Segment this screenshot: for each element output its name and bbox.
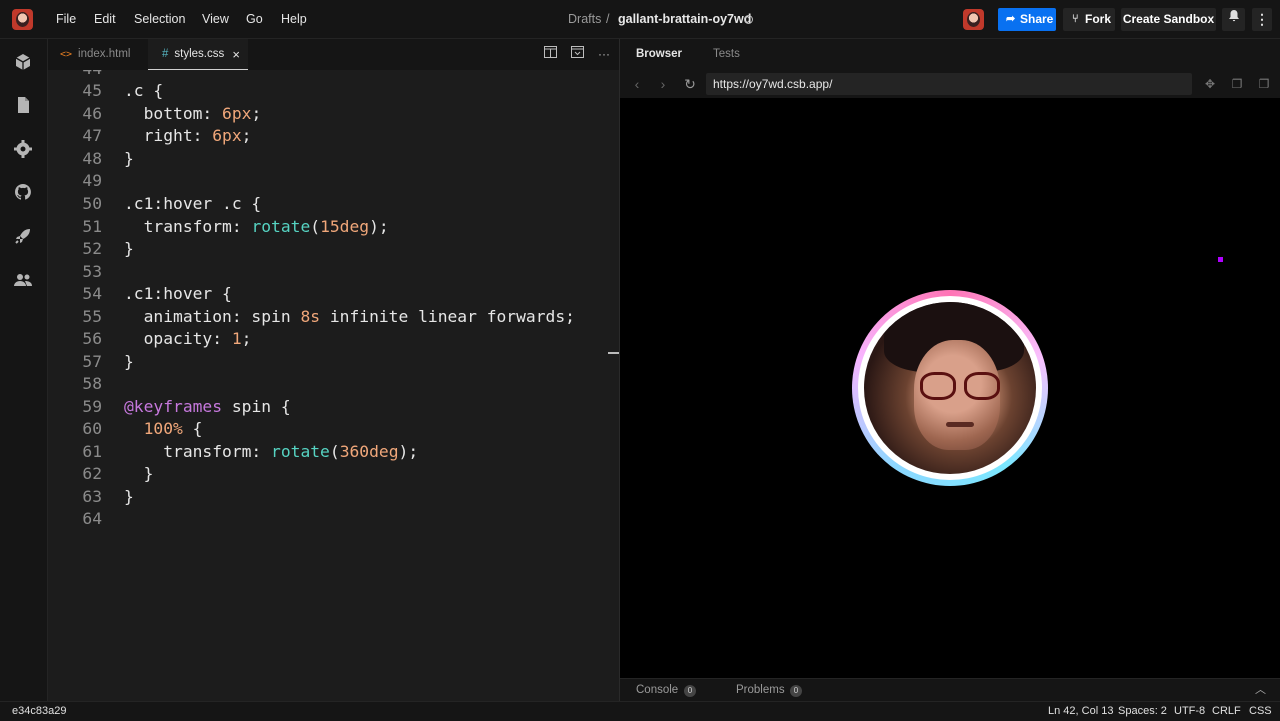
sandbox-name[interactable]: gallant-brattain-oy7wd bbox=[618, 0, 751, 38]
preview-navbar: ‹ › ↻ https://oy7wd.csb.app/ ✥ ❐ ❐ bbox=[620, 70, 1280, 98]
fullscreen-icon[interactable]: ✥ bbox=[1202, 76, 1218, 92]
tab-tests[interactable]: Tests bbox=[713, 39, 740, 70]
code-line: 64 bbox=[82, 509, 102, 528]
open-window-icon[interactable]: ❐ bbox=[1229, 76, 1245, 92]
preview-tabbar: Browser Tests bbox=[620, 39, 1280, 70]
kebab-icon[interactable]: ⋮ bbox=[1252, 8, 1272, 31]
code-editor[interactable]: 44 45.c { 46 bottom: 6px; 47 right: 6px;… bbox=[48, 70, 619, 701]
breadcrumb-drafts[interactable]: Drafts bbox=[568, 0, 601, 38]
tab-styles-css[interactable]: # styles.css × bbox=[148, 39, 248, 70]
menu-help[interactable]: Help bbox=[281, 0, 307, 38]
menu-file[interactable]: File bbox=[56, 0, 76, 38]
create-sandbox-button[interactable]: Create Sandbox bbox=[1121, 8, 1216, 31]
menu-view[interactable]: View bbox=[202, 0, 229, 38]
avatar[interactable] bbox=[963, 9, 984, 30]
user-avatar-logo[interactable] bbox=[12, 9, 33, 30]
menu-selection[interactable]: Selection bbox=[134, 0, 185, 38]
tab-browser[interactable]: Browser bbox=[636, 39, 682, 70]
mouse-cursor bbox=[1218, 257, 1223, 262]
html-file-icon: <> bbox=[60, 49, 73, 60]
forward-icon[interactable]: › bbox=[655, 76, 671, 92]
profile-photo bbox=[864, 302, 1036, 474]
share-icon: ➦ bbox=[1006, 13, 1016, 25]
commit-hash[interactable]: e34c83a29 bbox=[12, 702, 66, 721]
cursor-position[interactable]: Ln 42, Col 13 bbox=[1048, 702, 1113, 721]
top-menubar: File Edit Selection View Go Help Drafts … bbox=[0, 0, 1280, 39]
code-line: 49 bbox=[82, 171, 102, 190]
fork-button[interactable]: ⑂ Fork bbox=[1063, 8, 1115, 31]
gear-icon[interactable] bbox=[12, 138, 34, 160]
share-label: Share bbox=[1020, 12, 1054, 26]
code-line: 53 bbox=[82, 262, 102, 281]
preview-bottom-bar: Console 0 Problems 0 ︿ bbox=[620, 678, 1280, 702]
console-count-badge: 0 bbox=[684, 685, 696, 697]
box-icon[interactable] bbox=[12, 51, 34, 73]
bell-icon[interactable] bbox=[1222, 8, 1245, 31]
fork-icon: ⑂ bbox=[1072, 13, 1079, 25]
code-line: 52} bbox=[82, 239, 134, 258]
css-file-icon: # bbox=[162, 48, 169, 60]
code-line: 46 bottom: 6px; bbox=[48, 103, 619, 126]
code-line: 48} bbox=[82, 149, 134, 168]
preview-icon[interactable] bbox=[569, 46, 585, 62]
code-line: 61 transform: rotate(360deg); bbox=[82, 442, 419, 461]
globe-icon[interactable] bbox=[744, 15, 753, 24]
activity-bar bbox=[0, 39, 48, 701]
share-button[interactable]: ➦ Share bbox=[998, 8, 1056, 31]
code-line: 63} bbox=[82, 487, 134, 506]
tab-label: index.html bbox=[78, 48, 131, 60]
code-line: 51 transform: rotate(15deg); bbox=[82, 217, 389, 236]
code-line: 62 } bbox=[82, 464, 154, 483]
console-tab[interactable]: Console bbox=[636, 679, 678, 702]
refresh-icon[interactable]: ↻ bbox=[682, 76, 698, 92]
chevron-up-icon[interactable]: ︿ bbox=[1255, 679, 1266, 702]
code-line: 60 100% { bbox=[82, 419, 203, 438]
problems-count-badge: 0 bbox=[790, 685, 802, 697]
back-icon[interactable]: ‹ bbox=[629, 76, 645, 92]
editor-tabbar: <> index.html # styles.css × ··· bbox=[48, 39, 619, 71]
breadcrumb-separator: / bbox=[606, 12, 610, 26]
rocket-icon[interactable] bbox=[12, 225, 34, 247]
tab-label: styles.css bbox=[174, 48, 225, 60]
problems-tab[interactable]: Problems bbox=[736, 679, 785, 702]
code-line: 59 @keyframes spin { bbox=[82, 397, 291, 416]
code-line: 58 bbox=[82, 374, 102, 393]
line-ending[interactable]: CRLF bbox=[1212, 702, 1241, 721]
code-line: 44 bbox=[48, 70, 619, 81]
menu-edit[interactable]: Edit bbox=[94, 0, 116, 38]
browser-viewport[interactable] bbox=[620, 98, 1280, 678]
code-line: 56 opacity: 1; bbox=[82, 329, 252, 348]
code-line: 45 .c { bbox=[82, 81, 164, 100]
menu-go[interactable]: Go bbox=[246, 0, 263, 38]
indentation[interactable]: Spaces: 2 bbox=[1118, 702, 1167, 721]
new-window-icon[interactable]: ❐ bbox=[1256, 76, 1272, 92]
fork-label: Fork bbox=[1085, 12, 1112, 26]
code-line: 47 right: 6px; bbox=[82, 126, 252, 145]
code-line: 55 animation: spin 8s infinite linear fo… bbox=[82, 307, 575, 326]
profile-ring[interactable] bbox=[852, 290, 1048, 486]
language-mode[interactable]: CSS bbox=[1249, 702, 1272, 721]
code-line: 54 .c1:hover { bbox=[82, 284, 232, 303]
users-icon[interactable] bbox=[12, 269, 34, 291]
more-icon[interactable]: ··· bbox=[596, 46, 612, 62]
code-line: 50 .c1:hover .c { bbox=[82, 194, 262, 213]
github-icon[interactable] bbox=[12, 181, 34, 203]
tab-index-html[interactable]: <> index.html bbox=[48, 39, 148, 70]
code-line: 57} bbox=[82, 352, 134, 371]
split-view-icon[interactable] bbox=[542, 46, 558, 62]
code-text: bottom: 6px; bbox=[124, 104, 262, 123]
scrollbar-marker[interactable] bbox=[608, 352, 619, 354]
encoding[interactable]: UTF-8 bbox=[1174, 702, 1205, 721]
status-bar: e34c83a29 Ln 42, Col 13 Spaces: 2 UTF-8 … bbox=[0, 701, 1280, 721]
file-icon[interactable] bbox=[12, 94, 34, 116]
close-icon[interactable]: × bbox=[232, 39, 240, 70]
url-input[interactable]: https://oy7wd.csb.app/ bbox=[706, 73, 1192, 95]
